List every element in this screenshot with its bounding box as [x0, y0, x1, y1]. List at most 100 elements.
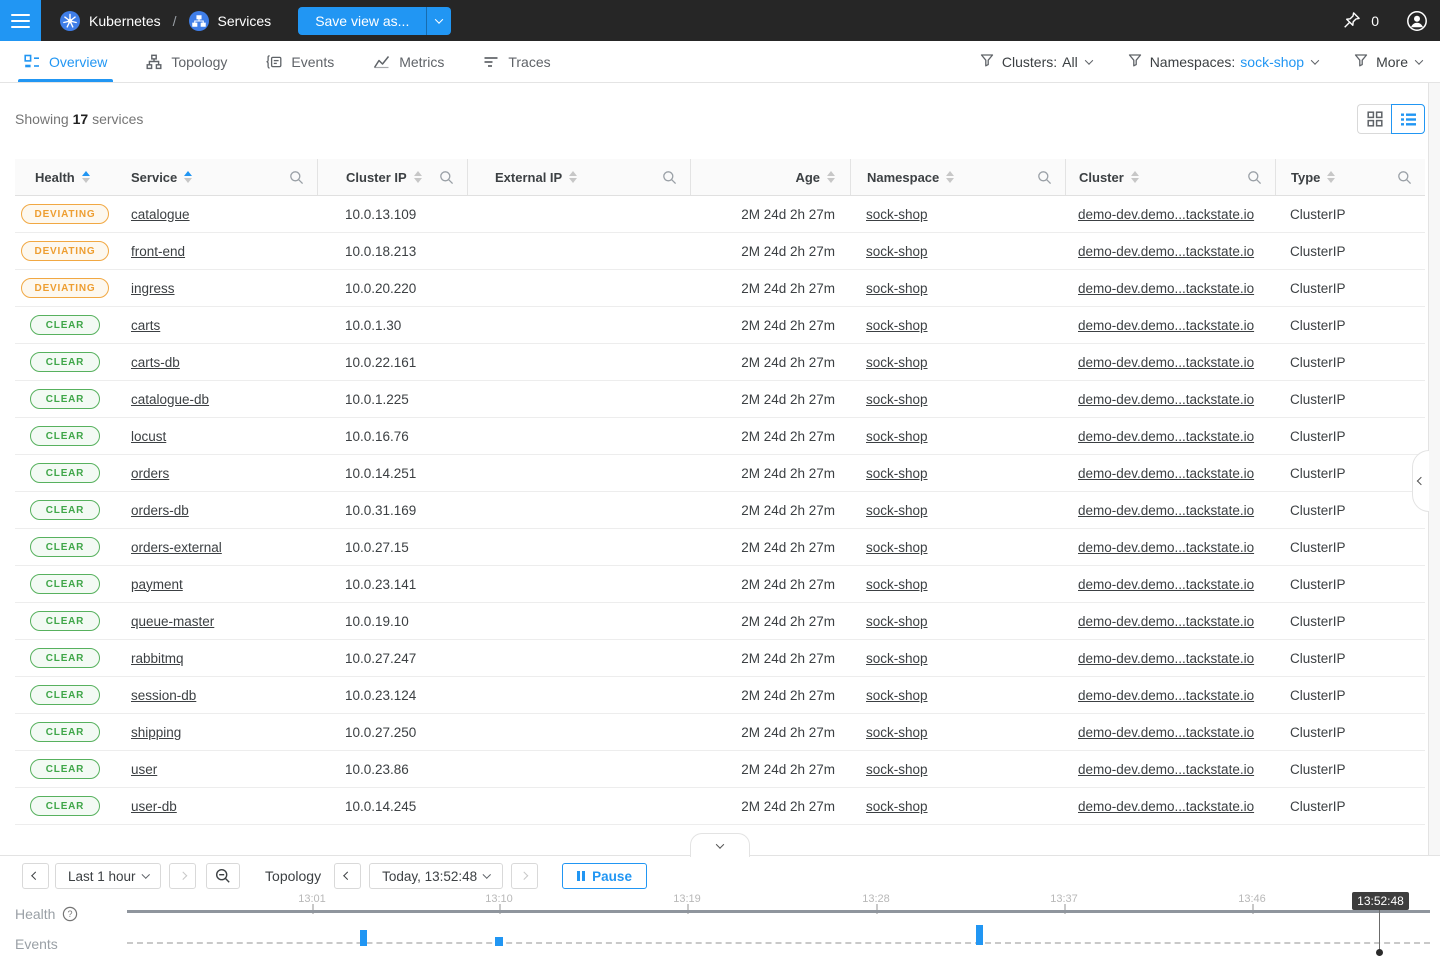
sort-icon[interactable] [1327, 171, 1335, 183]
table-row[interactable]: CLEAR rabbitmq 10.0.27.247 2M 24d 2h 27m… [15, 640, 1425, 677]
help-icon[interactable]: ? [62, 906, 78, 922]
breadcrumb-page[interactable]: Services [218, 13, 272, 29]
namespace-link[interactable]: sock-shop [866, 651, 928, 666]
table-row[interactable]: CLEAR catalogue-db 10.0.1.225 2M 24d 2h … [15, 381, 1425, 418]
column-header-type[interactable]: Type [1275, 159, 1425, 195]
cluster-link[interactable]: demo-dev.demo...tackstate.io [1078, 355, 1254, 370]
service-link[interactable]: queue-master [131, 614, 214, 629]
service-link[interactable]: carts-db [131, 355, 180, 370]
cluster-link[interactable]: demo-dev.demo...tackstate.io [1078, 503, 1254, 518]
table-row[interactable]: CLEAR orders-db 10.0.31.169 2M 24d 2h 27… [15, 492, 1425, 529]
expand-right-panel-handle[interactable] [1412, 450, 1429, 512]
table-row[interactable]: CLEAR orders-external 10.0.27.15 2M 24d … [15, 529, 1425, 566]
table-row[interactable]: CLEAR session-db 10.0.23.124 2M 24d 2h 2… [15, 677, 1425, 714]
namespaces-filter[interactable]: Namespaces: sock-shop [1128, 53, 1318, 70]
breadcrumb-app[interactable]: Kubernetes [89, 13, 161, 29]
service-link[interactable]: user-db [131, 799, 177, 814]
event-marker[interactable] [360, 930, 367, 946]
timeline-chart[interactable]: Health ? Events 13:0113:1013:1913:2813:3… [0, 856, 1440, 961]
service-link[interactable]: user [131, 762, 157, 777]
search-icon[interactable] [662, 170, 690, 185]
table-row[interactable]: CLEAR carts 10.0.1.30 2M 24d 2h 27m sock… [15, 307, 1425, 344]
namespace-link[interactable]: sock-shop [866, 318, 928, 333]
user-avatar[interactable] [1406, 10, 1428, 32]
more-filter[interactable]: More [1354, 53, 1422, 70]
column-header-cluster-ip[interactable]: Cluster IP [317, 159, 467, 195]
tab-metrics[interactable]: Metrics [373, 41, 444, 82]
namespace-link[interactable]: sock-shop [866, 540, 928, 555]
cluster-link[interactable]: demo-dev.demo...tackstate.io [1078, 540, 1254, 555]
service-link[interactable]: orders-db [131, 503, 189, 518]
column-header-health[interactable]: Health [15, 159, 131, 195]
cluster-link[interactable]: demo-dev.demo...tackstate.io [1078, 392, 1254, 407]
tab-topology[interactable]: Topology [146, 41, 227, 82]
namespace-link[interactable]: sock-shop [866, 762, 928, 777]
namespace-link[interactable]: sock-shop [866, 244, 928, 259]
cluster-link[interactable]: demo-dev.demo...tackstate.io [1078, 429, 1254, 444]
cluster-link[interactable]: demo-dev.demo...tackstate.io [1078, 281, 1254, 296]
namespace-link[interactable]: sock-shop [866, 725, 928, 740]
namespace-link[interactable]: sock-shop [866, 355, 928, 370]
table-row[interactable]: CLEAR payment 10.0.23.141 2M 24d 2h 27m … [15, 566, 1425, 603]
menu-button[interactable] [0, 0, 41, 41]
search-icon[interactable] [1397, 170, 1425, 185]
cluster-link[interactable]: demo-dev.demo...tackstate.io [1078, 725, 1254, 740]
namespace-link[interactable]: sock-shop [866, 207, 928, 222]
cluster-link[interactable]: demo-dev.demo...tackstate.io [1078, 688, 1254, 703]
cluster-link[interactable]: demo-dev.demo...tackstate.io [1078, 614, 1254, 629]
column-header-age[interactable]: Age [690, 159, 850, 195]
namespace-link[interactable]: sock-shop [866, 281, 928, 296]
table-row[interactable]: DEVIATING front-end 10.0.18.213 2M 24d 2… [15, 233, 1425, 270]
table-row[interactable]: CLEAR locust 10.0.16.76 2M 24d 2h 27m so… [15, 418, 1425, 455]
namespace-link[interactable]: sock-shop [866, 466, 928, 481]
clusters-filter[interactable]: Clusters: All [980, 53, 1092, 70]
table-row[interactable]: CLEAR user 10.0.23.86 2M 24d 2h 27m sock… [15, 751, 1425, 788]
cluster-link[interactable]: demo-dev.demo...tackstate.io [1078, 577, 1254, 592]
service-link[interactable]: locust [131, 429, 166, 444]
table-row[interactable]: CLEAR carts-db 10.0.22.161 2M 24d 2h 27m… [15, 344, 1425, 381]
save-view-button[interactable]: Save view as... [298, 7, 426, 35]
cluster-link[interactable]: demo-dev.demo...tackstate.io [1078, 207, 1254, 222]
event-marker[interactable] [976, 925, 983, 945]
service-link[interactable]: catalogue [131, 207, 190, 222]
sort-icon[interactable] [827, 171, 835, 183]
column-header-service[interactable]: Service [131, 159, 317, 195]
sort-icon[interactable] [946, 171, 954, 183]
column-header-external-ip[interactable]: External IP [467, 159, 690, 195]
service-link[interactable]: ingress [131, 281, 175, 296]
cluster-link[interactable]: demo-dev.demo...tackstate.io [1078, 244, 1254, 259]
cluster-link[interactable]: demo-dev.demo...tackstate.io [1078, 466, 1254, 481]
column-header-cluster[interactable]: Cluster [1065, 159, 1275, 195]
tab-traces[interactable]: Traces [483, 41, 550, 82]
service-link[interactable]: orders-external [131, 540, 222, 555]
tab-events[interactable]: Events [266, 41, 334, 82]
table-row[interactable]: CLEAR queue-master 10.0.19.10 2M 24d 2h … [15, 603, 1425, 640]
cluster-link[interactable]: demo-dev.demo...tackstate.io [1078, 762, 1254, 777]
collapse-timeline-button[interactable] [690, 833, 750, 857]
cluster-link[interactable]: demo-dev.demo...tackstate.io [1078, 651, 1254, 666]
namespace-link[interactable]: sock-shop [866, 614, 928, 629]
namespace-link[interactable]: sock-shop [866, 503, 928, 518]
sort-icon[interactable] [569, 171, 577, 183]
cluster-link[interactable]: demo-dev.demo...tackstate.io [1078, 799, 1254, 814]
list-view-button[interactable] [1391, 104, 1425, 134]
namespace-link[interactable]: sock-shop [866, 688, 928, 703]
table-row[interactable]: CLEAR user-db 10.0.14.245 2M 24d 2h 27m … [15, 788, 1425, 825]
search-icon[interactable] [1247, 170, 1275, 185]
namespace-link[interactable]: sock-shop [866, 392, 928, 407]
column-header-namespace[interactable]: Namespace [850, 159, 1065, 195]
service-link[interactable]: orders [131, 466, 169, 481]
table-row[interactable]: DEVIATING catalogue 10.0.13.109 2M 24d 2… [15, 196, 1425, 233]
service-link[interactable]: carts [131, 318, 160, 333]
service-link[interactable]: session-db [131, 688, 196, 703]
service-link[interactable]: payment [131, 577, 183, 592]
tab-overview[interactable]: Overview [24, 41, 107, 82]
sort-icon[interactable] [184, 171, 192, 183]
table-row[interactable]: CLEAR orders 10.0.14.251 2M 24d 2h 27m s… [15, 455, 1425, 492]
search-icon[interactable] [439, 170, 467, 185]
save-view-dropdown-button[interactable] [426, 7, 451, 35]
service-link[interactable]: catalogue-db [131, 392, 209, 407]
pin-icon[interactable] [1341, 10, 1362, 31]
namespace-link[interactable]: sock-shop [866, 799, 928, 814]
cluster-link[interactable]: demo-dev.demo...tackstate.io [1078, 318, 1254, 333]
